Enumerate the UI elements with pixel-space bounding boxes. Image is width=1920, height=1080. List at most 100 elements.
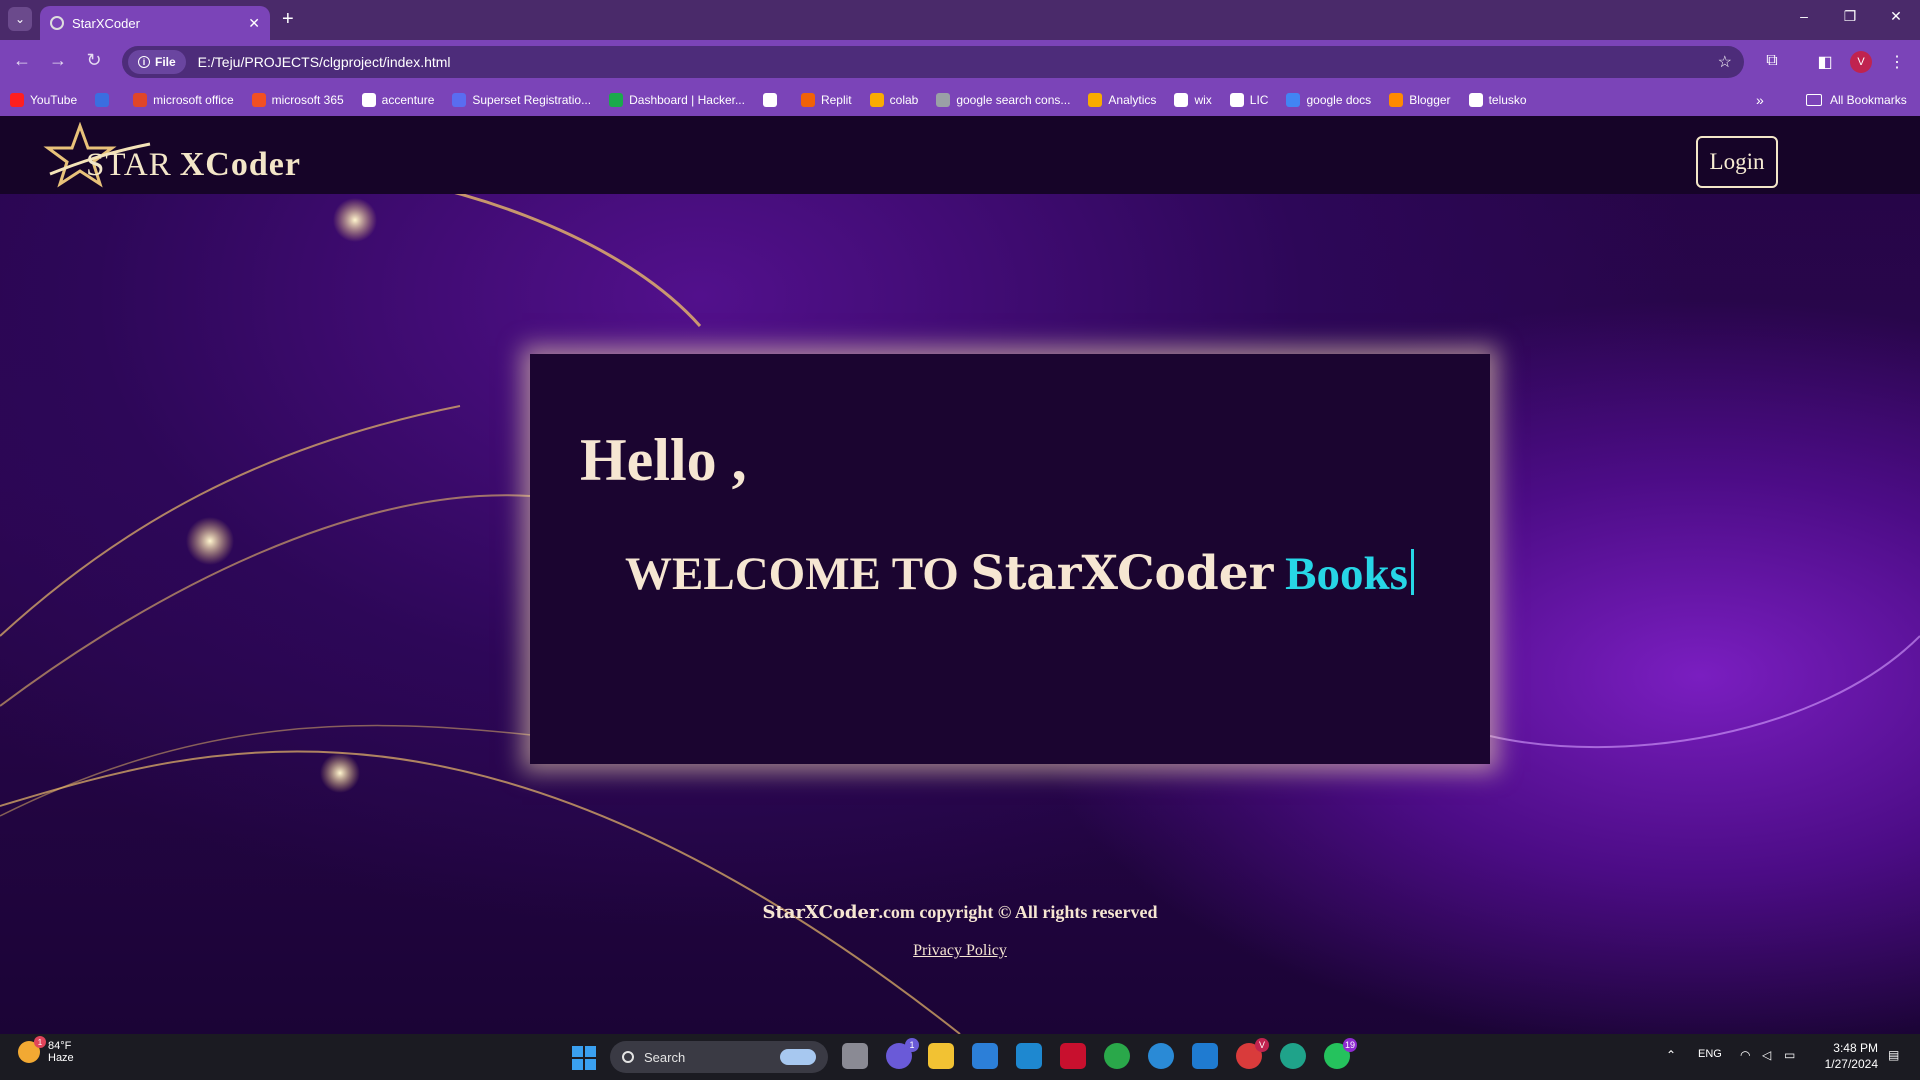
bookmark-item[interactable]: Analytics [1088,93,1156,107]
side-panel-icon[interactable]: ◧ [1814,52,1836,72]
youtube-icon [10,93,24,107]
edge-icon[interactable] [1280,1043,1306,1069]
weather-widget[interactable]: 1 84°F Haze [18,1036,74,1064]
battery-icon[interactable]: ▭ [1784,1048,1795,1062]
bookmark-item[interactable]: wix [1174,93,1212,107]
forward-arrow-icon[interactable]: → [46,50,70,71]
bookmark-item[interactable]: Blogger [1389,93,1451,107]
blogger-icon [1389,93,1404,107]
help-icon[interactable] [1148,1043,1174,1069]
all-bookmarks-label: All Bookmarks [1830,93,1907,107]
restore-icon[interactable]: ❐ [1840,8,1860,25]
bookmark-item[interactable]: YouTube [10,93,77,107]
more-bookmarks-icon[interactable]: » [1756,92,1764,108]
wix-icon [1174,93,1189,107]
bookmark-label: Blogger [1409,93,1451,107]
clock-time: 3:48 PM [1833,1041,1878,1055]
vscode-icon[interactable] [1192,1043,1218,1069]
bookmark-item[interactable]: microsoft 365 [251,93,344,107]
language-indicator[interactable]: ENG [1698,1048,1722,1060]
teams-icon[interactable]: 1 [886,1038,919,1069]
taskbar-search-label: Search [644,1049,686,1065]
bookmark-item[interactable]: google docs [1286,93,1371,107]
logo-star-text: STAR [86,147,172,183]
wifi-icon[interactable]: ◠ [1740,1048,1750,1062]
store-icon[interactable] [972,1043,998,1069]
whatsapp-badge: 19 [1343,1038,1357,1052]
chevron-down-icon: ⌄ [14,12,26,26]
site-navbar: STAR XCoder Login [0,116,1920,194]
bookmark-item[interactable]: Replit [800,93,852,107]
chevron-up-icon[interactable]: ⌃ [1666,1048,1676,1062]
info-icon: i [138,56,150,68]
globe-icon [50,16,64,30]
site-info-chip[interactable]: i File [128,50,186,74]
address-bar[interactable]: i File E:/Teju/PROJECTS/clgproject/index… [122,46,1744,78]
taskbar-search[interactable]: Search [610,1041,828,1073]
minimize-icon[interactable]: – [1794,8,1814,24]
volume-icon[interactable]: ◁ [1762,1048,1771,1062]
close-window-icon[interactable]: ✕ [1886,8,1906,25]
bookmark-item[interactable] [762,93,783,107]
hackerrank-icon [609,93,624,107]
bookmark-item[interactable]: accenture [361,93,434,107]
chrome-profile-icon[interactable]: V [1236,1038,1269,1069]
login-button[interactable]: Login [1696,136,1778,188]
bookmark-item[interactable]: Dashboard | Hacker... [609,93,745,107]
bookmark-label: google docs [1306,93,1372,107]
bookmark-label: microsoft office [153,93,234,107]
bookmark-label: wix [1194,93,1212,107]
whatsapp-icon[interactable]: 19 [1324,1038,1357,1069]
mcafee-icon[interactable] [1060,1043,1086,1069]
office-icon [133,93,148,107]
bookmark-label: YouTube [30,93,78,107]
browser-tab[interactable]: StarXCoder ✕ [40,6,270,40]
close-icon[interactable]: ✕ [248,15,260,32]
welcome-brand: StarXCoder [970,546,1274,601]
tab-search-button[interactable]: ⌄ [8,7,32,31]
myhp-icon[interactable] [1016,1043,1042,1069]
privacy-policy-link[interactable]: Privacy Policy [0,942,1920,960]
bookmark-item[interactable]: Superset Registratio... [452,93,591,107]
bookmark-item[interactable]: microsoft office [133,93,234,107]
typed-word: Books [1285,548,1408,600]
cloud-icon [780,1049,816,1065]
bookmark-item[interactable]: google search cons... [936,93,1070,107]
globe-icon [1229,93,1244,107]
bookmark-label: telusko [1488,93,1527,107]
superset-icon [452,93,467,107]
bookmarks-bar: YouTube microsoft office microsoft 365 acce… [0,84,1920,116]
footer-copyright: StarXCoder.com copyright © All rights re… [0,902,1920,923]
microsoft-icon [251,93,266,107]
bookmark-star-icon[interactable]: ☆ [1718,52,1732,72]
all-bookmarks-button[interactable]: All Bookmarks [1806,84,1907,116]
bookmark-label: LIC [1249,93,1269,107]
back-arrow-icon[interactable]: ← [10,50,34,71]
globe-icon [762,93,777,107]
file-explorer-icon[interactable] [928,1043,954,1069]
bookmark-item[interactable]: telusko [1468,93,1527,107]
logo-text: STAR XCoder [86,146,301,184]
task-view-icon[interactable] [842,1043,868,1069]
clock-date: 1/27/2024 [1824,1057,1878,1071]
replit-icon [800,93,815,107]
notification-icon[interactable]: ▤ [1888,1048,1899,1062]
weather-sun-icon: 1 [18,1036,46,1063]
windows-start-icon[interactable] [572,1046,596,1070]
system-clock[interactable]: 3:48 PM 1/27/2024 [1816,1040,1878,1072]
bookmark-item[interactable] [95,93,115,107]
url-text[interactable]: E:/Teju/PROJECTS/clgproject/index.html [198,54,1718,70]
bookmark-item[interactable]: LIC [1229,93,1269,107]
profile-avatar[interactable]: V [1850,51,1872,73]
chrome-icon[interactable] [1104,1043,1130,1069]
search-icon [622,1051,634,1063]
bookmark-item[interactable]: colab [869,93,918,107]
footer-copyright-text: .com copyright © All rights reserved [878,902,1158,922]
new-tab-button[interactable]: + [282,8,294,31]
search-engine-icon [95,93,110,107]
menu-dots-icon[interactable]: ⋮ [1886,52,1908,72]
extensions-icon[interactable]: ⧉ [1761,52,1783,70]
chrome-badge: V [1255,1038,1269,1052]
reload-icon[interactable]: ↻ [82,50,106,71]
search-console-icon [936,93,951,107]
